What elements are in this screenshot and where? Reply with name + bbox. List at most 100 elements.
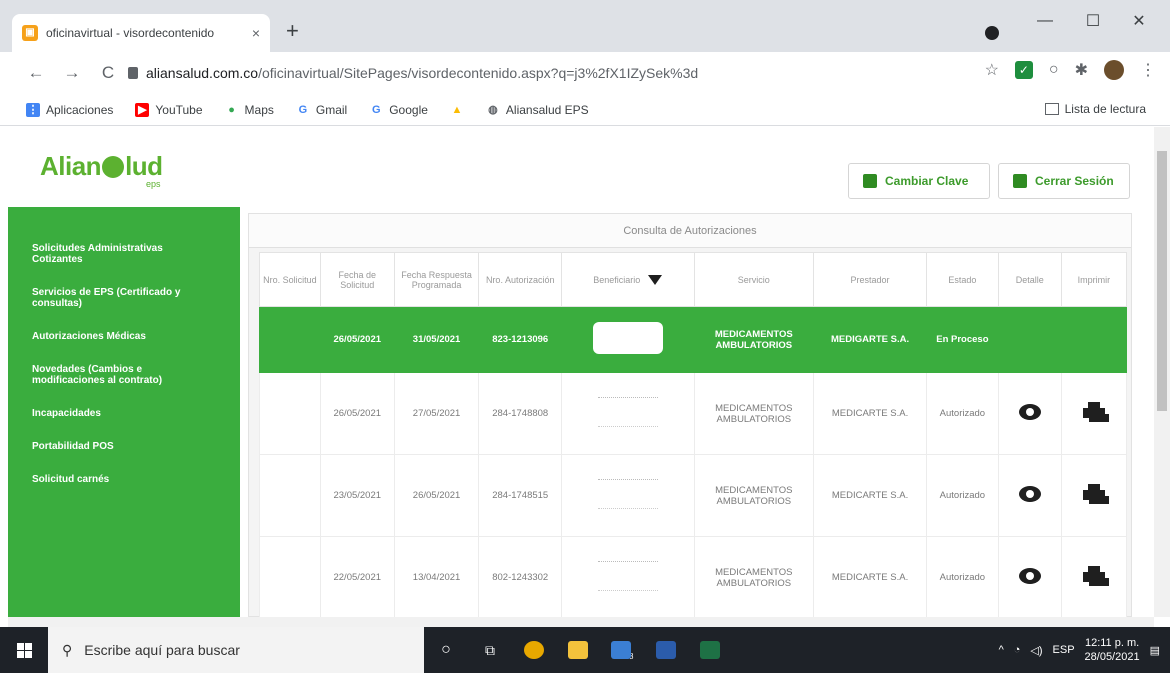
- column-header-beneficiario[interactable]: Beneficiario: [561, 252, 695, 307]
- google-g-icon: G: [298, 103, 308, 116]
- task-view-button[interactable]: ⧉: [468, 627, 512, 673]
- sidebar-item-solicitudes[interactable]: Solicitudes Administrativas Cotizantes: [8, 243, 240, 265]
- apps-grid-icon: ⋮: [26, 102, 40, 117]
- cell-beneficiario: [561, 454, 695, 537]
- screen: ▣ oficinavirtual - visordecontenido × + …: [0, 0, 1170, 673]
- volume-icon[interactable]: ◁): [1030, 644, 1042, 657]
- new-tab-button[interactable]: +: [286, 18, 299, 44]
- bookmark-gmail[interactable]: G Gmail: [296, 103, 348, 117]
- menu-dots-icon[interactable]: ⋮: [1140, 60, 1156, 80]
- reload-button[interactable]: C: [94, 63, 122, 83]
- chevron-up-icon[interactable]: ^: [999, 644, 1004, 656]
- taskbar-word[interactable]: [644, 627, 688, 673]
- eye-icon[interactable]: [1018, 568, 1041, 584]
- lock-icon: [128, 67, 138, 79]
- cell-beneficiario: [561, 536, 695, 617]
- bookmark-drive[interactable]: ▲: [450, 103, 464, 117]
- cell-beneficiario: [561, 372, 695, 455]
- cortana-button[interactable]: ○: [424, 627, 468, 673]
- taskbar-explorer[interactable]: [556, 627, 600, 673]
- star-icon[interactable]: ☆: [985, 60, 999, 80]
- cell-estado: Autorizado: [926, 372, 999, 455]
- site-header: Alian lud eps Cambiar Clave Cerrar Sesión: [8, 127, 1154, 205]
- profile-indicator-icon[interactable]: [985, 26, 999, 40]
- aliansalud-logo[interactable]: Alian lud: [40, 151, 163, 182]
- printer-icon[interactable]: [1082, 484, 1105, 504]
- maximize-button[interactable]: ☐: [1070, 6, 1116, 36]
- minimize-button[interactable]: —: [1022, 6, 1068, 36]
- avatar[interactable]: [1104, 60, 1124, 80]
- browser-tab[interactable]: ▣ oficinavirtual - visordecontenido ×: [12, 14, 270, 52]
- taskbar-chrome[interactable]: [512, 627, 556, 673]
- reading-list-button[interactable]: Lista de lectura: [1044, 102, 1146, 116]
- logout-button[interactable]: Cerrar Sesión: [998, 163, 1130, 199]
- sidebar-item-incapacidades[interactable]: Incapacidades: [8, 408, 240, 419]
- cell-servicio: MEDICAMENTOS AMBULATORIOS: [693, 372, 815, 455]
- table-row: 23/05/2021 26/05/2021 284-1748515 MEDICA…: [259, 454, 1128, 537]
- table-header-row: Nro. Solicitud Fecha de Solicitud Fecha …: [259, 252, 1128, 307]
- extension-circle-icon[interactable]: ○: [1049, 61, 1059, 79]
- bookmark-apps[interactable]: ⋮ Aplicaciones: [26, 102, 113, 117]
- cell-estado: Autorizado: [926, 536, 999, 617]
- cell-prestador: MEDICARTE S.A.: [813, 372, 928, 455]
- chrome-icon: [524, 641, 544, 659]
- table-row-selected[interactable]: 26/05/2021 31/05/2021 823-1213096 MEDICA…: [259, 306, 1128, 373]
- cell-imprimir: [1060, 306, 1128, 373]
- sidebar-item-carnes[interactable]: Solicitud carnés: [8, 474, 240, 485]
- cell-servicio: MEDICAMENTOS AMBULATORIOS: [693, 536, 815, 617]
- sidebar-item-servicios[interactable]: Servicios de EPS (Certificado y consulta…: [8, 287, 240, 309]
- language-indicator[interactable]: ESP: [1053, 644, 1075, 656]
- tab-close-icon[interactable]: ×: [252, 25, 260, 41]
- bookmark-youtube[interactable]: ▶ YouTube: [135, 102, 203, 117]
- puzzle-icon[interactable]: ✱: [1075, 60, 1088, 80]
- filter-icon[interactable]: [648, 274, 663, 285]
- cell-solicitud: [259, 372, 321, 455]
- start-button[interactable]: [0, 642, 48, 658]
- task-view-icon: ⧉: [485, 641, 495, 658]
- cell-imprimir: [1060, 454, 1128, 537]
- eye-icon[interactable]: [1018, 404, 1041, 420]
- system-tray: ^ ◔ ◁) ESP 12:11 p. m. 28/05/2021 ▤: [999, 627, 1160, 673]
- bookmark-maps[interactable]: ● Maps: [225, 103, 274, 117]
- network-icon[interactable]: ◔: [1014, 644, 1021, 656]
- printer-icon[interactable]: [1082, 566, 1105, 586]
- extension-check-icon[interactable]: ✓: [1014, 61, 1033, 79]
- cell-fecha: 26/05/2021: [319, 306, 395, 373]
- forward-button[interactable]: →: [58, 63, 86, 83]
- sidebar-item-portabilidad[interactable]: Portabilidad POS: [8, 441, 240, 452]
- scrollbar-thumb[interactable]: [1157, 151, 1167, 411]
- back-button[interactable]: ←: [22, 63, 50, 83]
- google-g-icon: G: [371, 103, 381, 116]
- close-window-button[interactable]: ✕: [1116, 6, 1162, 36]
- windows-taskbar: ⚲ Escribe aquí para buscar ○ ⧉ 78: [0, 627, 1170, 673]
- sidebar-item-autorizaciones[interactable]: Autorizaciones Médicas: [8, 331, 240, 342]
- cell-respuesta: 27/05/2021: [393, 372, 480, 455]
- cell-respuesta: 31/05/2021: [393, 306, 480, 373]
- taskbar-clock[interactable]: 12:11 p. m. 28/05/2021: [1085, 636, 1140, 664]
- cell-detalle: [997, 454, 1062, 537]
- printer-icon[interactable]: [1082, 402, 1105, 422]
- column-header: Fecha de Solicitud: [319, 252, 395, 307]
- word-icon: [656, 641, 676, 659]
- panel-title: Consulta de Autorizaciones: [249, 214, 1131, 248]
- cell-autorizacion: 823-1213096: [478, 306, 562, 373]
- vertical-scrollbar[interactable]: [1154, 127, 1170, 617]
- user-name-redacted: [268, 167, 628, 179]
- eye-icon[interactable]: [1018, 486, 1041, 502]
- column-header: Prestador: [813, 252, 928, 307]
- tab-title: oficinavirtual - visordecontenido: [46, 26, 215, 40]
- maps-pin-icon: ●: [228, 103, 235, 116]
- redacted-name: [592, 322, 663, 354]
- redacted-name: [597, 561, 658, 591]
- sidebar-item-novedades[interactable]: Novedades (Cambios e modificaciones al c…: [8, 364, 240, 386]
- taskbar-excel[interactable]: [688, 627, 732, 673]
- address-bar[interactable]: aliansalud.com.co/oficinavirtual/SitePag…: [128, 58, 988, 88]
- notifications-icon[interactable]: ▤: [1150, 644, 1160, 657]
- bookmark-aliansalud[interactable]: ◍ Aliansalud EPS: [486, 103, 589, 117]
- sidebar: Solicitudes Administrativas Cotizantes S…: [8, 207, 240, 617]
- taskbar-store[interactable]: 78: [600, 627, 644, 673]
- horizontal-scrollbar[interactable]: [8, 617, 1154, 627]
- change-password-button[interactable]: Cambiar Clave: [848, 163, 990, 199]
- taskbar-search[interactable]: ⚲ Escribe aquí para buscar: [48, 627, 424, 673]
- bookmark-google[interactable]: G Google: [369, 103, 428, 117]
